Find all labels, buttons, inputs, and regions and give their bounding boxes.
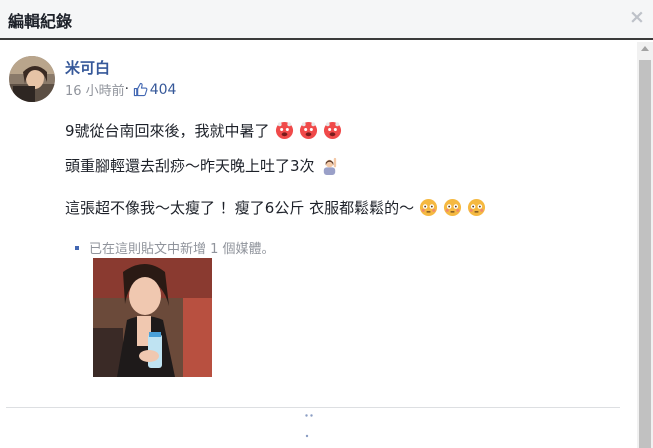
post-meta: 16 小時前 · 404 — [65, 80, 177, 100]
like-count[interactable]: 404 — [150, 82, 177, 98]
dialog-title: 編輯紀錄 — [8, 12, 73, 31]
loading-dot-icon — [305, 434, 309, 438]
media-added-note: 已在這則貼文中新增 1 個媒體。 — [75, 238, 275, 257]
post-photo[interactable] — [93, 258, 212, 377]
meta-separator: · — [124, 82, 129, 97]
scroll-up-arrow-icon[interactable] — [641, 46, 649, 51]
post-text: 頭重腳輕還去刮痧～昨天晚上吐了3次 — [65, 157, 315, 175]
woman-raising-hand-emoji-icon — [323, 157, 336, 175]
loading-dots-icon — [305, 414, 313, 417]
close-icon[interactable]: × — [627, 7, 647, 27]
hot-face-emoji-icon — [299, 121, 317, 140]
post-text: 9號從台南回來後，我就中暑了 — [65, 122, 270, 140]
scrollbar-thumb[interactable] — [639, 60, 651, 448]
edit-history-content: 米可白 16 小時前 · 404 9號從台南回來後，我就中暑了 頭重腳輕還去刮痧… — [0, 42, 636, 448]
post-text-line: 這張超不像我～太瘦了 ！瘦了6公斤 衣服都鬆鬆的～ — [65, 197, 486, 218]
scrollbar[interactable] — [637, 42, 653, 448]
flushed-face-emoji-icon — [468, 198, 486, 217]
avatar[interactable] — [9, 56, 55, 102]
flushed-face-emoji-icon — [420, 198, 438, 217]
hot-face-emoji-icon — [323, 121, 341, 140]
bullet-icon — [75, 245, 79, 250]
flushed-face-emoji-icon — [444, 198, 462, 217]
hot-face-emoji-icon — [275, 121, 293, 140]
post-text-line: 頭重腳輕還去刮痧～昨天晚上吐了3次 — [65, 155, 339, 176]
dialog-header: 編輯紀錄 × — [0, 0, 653, 40]
divider — [6, 407, 620, 408]
thumbs-up-icon — [133, 82, 148, 97]
author-name[interactable]: 米可白 — [65, 57, 110, 78]
timestamp[interactable]: 16 小時前 — [65, 80, 125, 99]
media-note-text: 已在這則貼文中新增 1 個媒體。 — [89, 242, 275, 257]
post-text: 這張超不像我～太瘦了 ！瘦了6公斤 衣服都鬆鬆的～ — [65, 199, 415, 217]
post-text-line: 9號從台南回來後，我就中暑了 — [65, 120, 342, 141]
